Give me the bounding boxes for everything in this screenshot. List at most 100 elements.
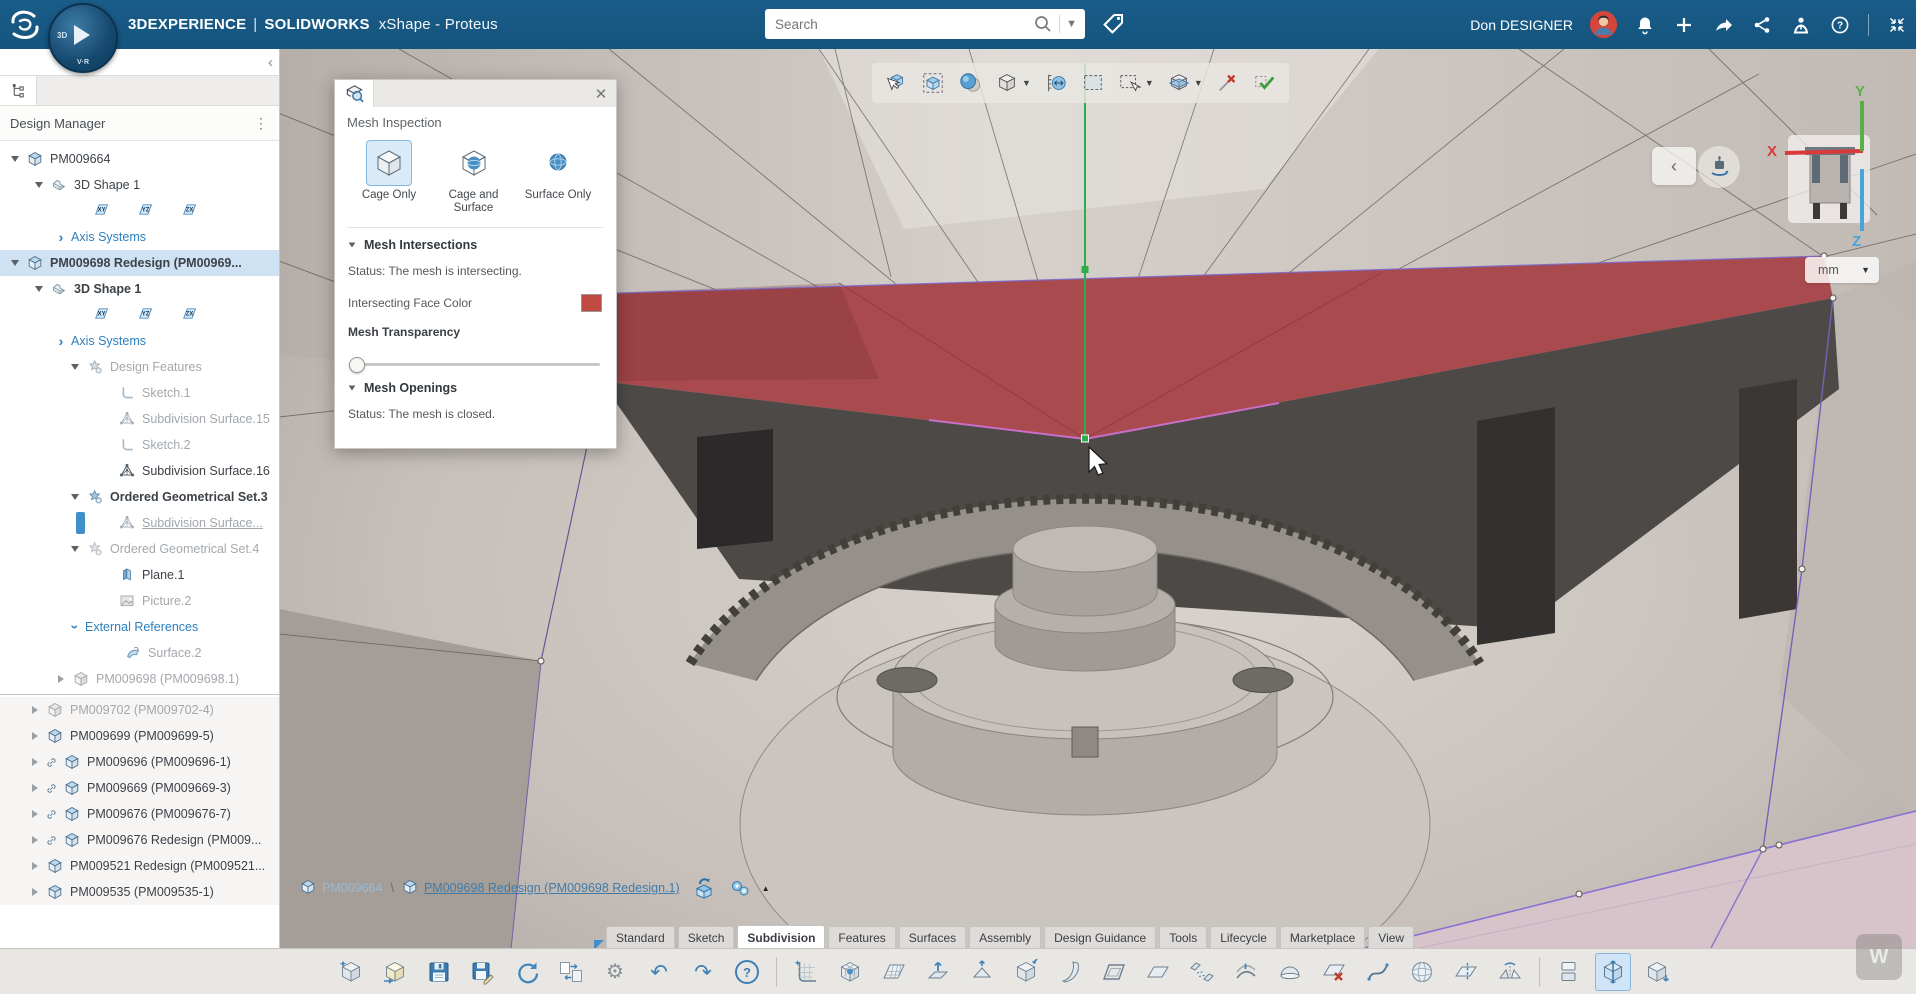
delete-face-button[interactable] <box>1316 953 1352 991</box>
mirror-mesh-button[interactable] <box>1492 953 1528 991</box>
tab-view[interactable]: View <box>1368 926 1414 950</box>
plane-yz-icon[interactable]: YZ <box>137 305 154 325</box>
robot-assistant-button[interactable] <box>1698 146 1740 188</box>
plane-zx-icon[interactable]: ZX <box>181 201 198 221</box>
refresh-sync-button[interactable] <box>509 953 545 991</box>
pull-face-button[interactable] <box>964 953 1000 991</box>
user-name[interactable]: Don DESIGNER <box>1470 17 1573 33</box>
collapse-panel-icon[interactable]: ‹ <box>268 54 273 71</box>
avatar[interactable] <box>1590 11 1617 38</box>
expander-expanded-icon[interactable] <box>32 286 46 292</box>
search-icon[interactable] <box>1031 14 1055 34</box>
tree-item-axis-systems[interactable]: ›Axis Systems <box>0 328 279 354</box>
tab-assembly[interactable]: Assembly <box>969 926 1041 950</box>
remove-invalid-icon[interactable] <box>1216 71 1240 95</box>
add-plus-icon[interactable] <box>1673 14 1695 36</box>
compass-logo[interactable]: 3D V·R <box>48 3 118 73</box>
help-button[interactable]: ? <box>729 953 765 991</box>
close-icon[interactable]: ✕ <box>586 80 616 107</box>
tab-design-guidance[interactable]: Design Guidance <box>1044 926 1156 950</box>
chevron-right-icon[interactable]: › <box>54 230 68 244</box>
expander-expanded-icon[interactable] <box>68 494 82 500</box>
tree-item-pm009698-pm009698-1[interactable]: PM009698 (PM009698.1) <box>0 666 279 692</box>
tree-item-3d-shape-1[interactable]: 3D Shape 1 <box>0 276 279 302</box>
push-pull-button[interactable] <box>1008 953 1044 991</box>
tree-item-subdivision-surface-16[interactable]: Subdivision Surface.16 <box>0 458 279 484</box>
extrude-face-button[interactable] <box>920 953 956 991</box>
convert-body-button[interactable] <box>1551 953 1587 991</box>
sphere-mesh-button[interactable] <box>1404 953 1440 991</box>
collaboration-icon[interactable] <box>1790 14 1812 36</box>
units-dropdown[interactable]: mm ▼ <box>1805 257 1879 283</box>
transparency-slider[interactable] <box>351 357 600 371</box>
plane-xy-icon[interactable]: XY <box>93 201 110 221</box>
plane-xy-icon[interactable]: XY <box>93 305 110 325</box>
import-export-button[interactable] <box>553 953 589 991</box>
cage-frame-button[interactable] <box>1096 953 1132 991</box>
chevron-down-icon[interactable]: › <box>68 620 82 634</box>
select-tools-icon[interactable]: ▼ <box>1118 71 1154 95</box>
tab-tools[interactable]: Tools <box>1159 926 1207 950</box>
update-gears-icon[interactable] <box>728 876 752 900</box>
open-button[interactable] <box>377 953 413 991</box>
expander-collapsed-icon[interactable] <box>28 758 42 766</box>
tab-surfaces[interactable]: Surfaces <box>899 926 966 950</box>
share-nodes-icon[interactable] <box>1751 14 1773 36</box>
section-view-icon[interactable]: ▼ <box>1167 71 1203 95</box>
tree-item-pm009664[interactable]: PM009664 <box>0 146 279 172</box>
tree-planes-row[interactable]: XY YZ ZX <box>0 198 279 224</box>
new-sketch-button[interactable] <box>788 953 824 991</box>
search-input[interactable] <box>765 17 1031 32</box>
tree-item-sketch-1[interactable]: Sketch.1 <box>0 380 279 406</box>
tree-item-pm009696-pm009696-1[interactable]: PM009696 (PM009696-1) <box>0 749 279 775</box>
expander-expanded-icon[interactable] <box>8 260 22 266</box>
help-icon[interactable]: ? <box>1829 14 1851 36</box>
search-options-caret-icon[interactable]: ▼ <box>1064 18 1085 30</box>
color-swatch[interactable] <box>581 294 602 312</box>
bend-surface-button[interactable] <box>1052 953 1088 991</box>
expander-collapsed-icon[interactable] <box>28 888 42 896</box>
slider-knob[interactable] <box>349 357 365 373</box>
expander-expanded-icon[interactable] <box>32 182 46 188</box>
mode-surface-only[interactable]: Surface Only <box>518 140 598 215</box>
save-button[interactable] <box>421 953 457 991</box>
split-face-button[interactable] <box>1448 953 1484 991</box>
tree-item-subdivision-surface-15[interactable]: Subdivision Surface.15 <box>0 406 279 432</box>
mesh-intersections-header[interactable]: Mesh Intersections <box>335 228 616 252</box>
axis-x-label[interactable]: X <box>1767 143 1777 160</box>
tag-button[interactable] <box>1098 10 1128 38</box>
share-arrow-icon[interactable] <box>1712 14 1734 36</box>
expander-collapsed-icon[interactable] <box>28 862 42 870</box>
expander-expanded-icon[interactable] <box>68 546 82 552</box>
tree-item-plane-1[interactable]: Plane.1 <box>0 562 279 588</box>
thicken-button[interactable] <box>1228 953 1264 991</box>
select-3d-icon[interactable] <box>884 71 908 95</box>
expander-collapsed-icon[interactable] <box>28 732 42 740</box>
tree-item-surface-2[interactable]: Surface.2 <box>0 640 279 666</box>
fullscreen-icon[interactable] <box>1886 14 1908 36</box>
tree-item-pm009669-pm009669-3[interactable]: PM009669 (PM009669-3) <box>0 775 279 801</box>
tree-item-external-references[interactable]: ›External References <box>0 614 279 640</box>
tree-view-tab[interactable] <box>0 76 37 105</box>
panel-menu-icon[interactable]: ⋮ <box>254 115 269 132</box>
chevron-right-icon[interactable]: › <box>54 334 68 348</box>
tree-item-sketch-2[interactable]: Sketch.2 <box>0 432 279 458</box>
expander-collapsed-icon[interactable] <box>28 706 42 714</box>
tree-item-ordered-geometrical-set-3[interactable]: Ordered Geometrical Set.3 <box>0 484 279 510</box>
undo-button[interactable]: ↶ <box>641 953 677 991</box>
plane-yz-icon[interactable]: YZ <box>137 201 154 221</box>
slider-track[interactable] <box>351 363 600 366</box>
tree-planes-row[interactable]: XY YZ ZX <box>0 302 279 328</box>
plane-zx-icon[interactable]: ZX <box>181 305 198 325</box>
mesh-inspection-button[interactable] <box>1595 953 1631 991</box>
axis-y-label[interactable]: Y <box>1855 83 1865 100</box>
redo-button[interactable]: ↷ <box>685 953 721 991</box>
save-with-options-button[interactable] <box>465 953 501 991</box>
tree-item-ordered-geometrical-set-4[interactable]: Ordered Geometrical Set.4 <box>0 536 279 562</box>
crease-edge-button[interactable] <box>1360 953 1396 991</box>
tree-item-subdivision-surface[interactable]: Subdivision Surface... <box>0 510 279 536</box>
tree-item-3d-shape-1[interactable]: 3D Shape 1 <box>0 172 279 198</box>
offset-surface-button[interactable] <box>1272 953 1308 991</box>
new-content-button[interactable] <box>333 953 369 991</box>
tab-sketch[interactable]: Sketch <box>678 926 735 950</box>
